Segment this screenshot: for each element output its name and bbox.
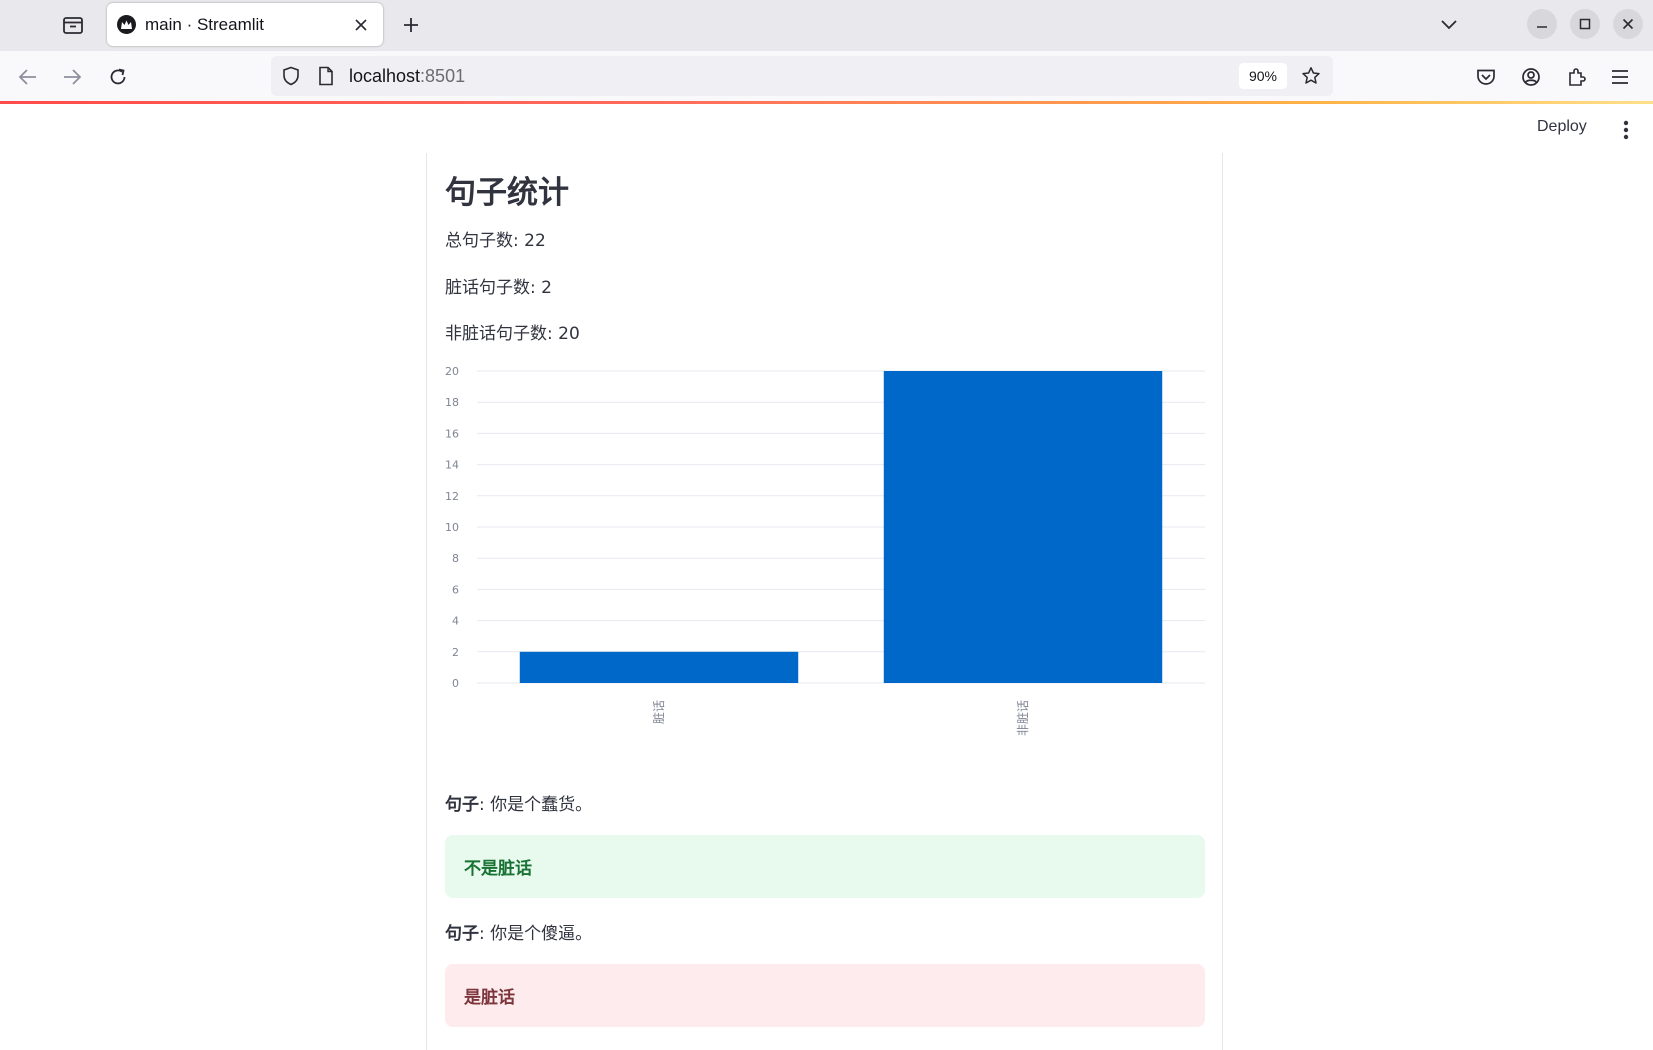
- x-tick-label: 非脏话: [1015, 700, 1030, 736]
- stat-clean-sentences: 非脏话句子数: 20: [445, 324, 580, 344]
- error-alert: 是脏话: [445, 964, 1205, 1027]
- url-text[interactable]: localhost:8501: [349, 66, 465, 87]
- star-icon[interactable]: [1301, 66, 1321, 86]
- sentence-text: 你是个傻逼。: [490, 924, 593, 944]
- bar: [883, 371, 1163, 683]
- tab-title: main · Streamlit: [145, 14, 265, 34]
- y-tick-label: 0: [452, 677, 459, 690]
- extensions-icon[interactable]: [1559, 60, 1593, 94]
- deploy-button[interactable]: Deploy: [1537, 118, 1587, 136]
- sentence-separator: :: [479, 924, 491, 944]
- success-alert: 不是脏话: [445, 835, 1205, 898]
- forward-arrow-icon[interactable]: [55, 60, 89, 94]
- browser-tab[interactable]: main · Streamlit: [107, 3, 383, 46]
- zoom-level-badge[interactable]: 90%: [1239, 63, 1287, 89]
- y-tick-label: 14: [445, 459, 459, 472]
- sentence-line: 句子: 你是个蠢货。: [445, 790, 592, 815]
- maximize-icon[interactable]: [1570, 9, 1600, 39]
- tab-list-icon[interactable]: [56, 10, 90, 40]
- bar: [519, 651, 799, 683]
- y-tick-label: 16: [445, 427, 459, 440]
- more-options-icon[interactable]: [1614, 116, 1638, 144]
- stat-dirty-sentences: 脏话句子数: 2: [445, 278, 552, 298]
- main-container: 句子统计 总句子数: 22 脏话句子数: 2 非脏话句子数: 20 0 2 4 6 8 1…: [426, 153, 1223, 1050]
- window-close-icon[interactable]: [1613, 9, 1643, 39]
- y-tick-label: 18: [445, 396, 459, 409]
- y-tick-label: 8: [452, 552, 459, 565]
- back-arrow-icon[interactable]: [11, 60, 45, 94]
- y-tick-label: 10: [445, 521, 459, 534]
- hamburger-menu-icon[interactable]: [1603, 60, 1637, 94]
- plus-icon[interactable]: [395, 9, 427, 41]
- url-bar[interactable]: localhost:8501 90%: [271, 56, 1333, 96]
- page-title: 句子统计: [445, 175, 569, 211]
- close-icon[interactable]: [349, 13, 373, 37]
- y-tick-label: 12: [445, 490, 459, 503]
- url-host: localhost: [349, 66, 421, 86]
- sentence-text: 你是个蠢货。: [490, 795, 593, 815]
- url-port: :8501: [420, 66, 466, 86]
- streamlit-favicon-icon: [117, 15, 136, 34]
- y-tick-label: 6: [452, 583, 459, 596]
- error-alert-text: 是脏话: [464, 988, 515, 1008]
- y-tick-label: 2: [452, 646, 459, 659]
- account-icon[interactable]: [1514, 60, 1548, 94]
- y-tick-label: 4: [452, 615, 459, 628]
- browser-tab-bar: main · Streamlit: [0, 0, 1653, 51]
- sentence-label: 句子: [445, 795, 479, 815]
- reload-icon[interactable]: [101, 60, 135, 94]
- bar-chart-svg: 0 2 4 6 8 10 12 14 16 18 20 脏话 非脏话: [445, 365, 1205, 736]
- success-alert-text: 不是脏话: [464, 859, 532, 879]
- page-load-bar: [0, 101, 1653, 104]
- stat-total-sentences: 总句子数: 22: [445, 231, 546, 251]
- page-icon: [316, 66, 336, 86]
- sentence-line: 句子: 你是个傻逼。: [445, 919, 592, 944]
- shield-icon[interactable]: [281, 66, 301, 86]
- minimize-icon[interactable]: [1527, 9, 1557, 39]
- y-tick-label: 20: [445, 365, 459, 378]
- chevron-down-icon[interactable]: [1434, 9, 1464, 39]
- sentence-separator: :: [479, 795, 491, 815]
- sentence-label: 句子: [445, 924, 479, 944]
- bar-chart[interactable]: 0 2 4 6 8 10 12 14 16 18 20 脏话 非脏话: [445, 358, 1205, 738]
- pocket-icon[interactable]: [1469, 60, 1503, 94]
- x-tick-label: 脏话: [651, 700, 666, 724]
- browser-nav-bar: localhost:8501 90%: [0, 51, 1653, 102]
